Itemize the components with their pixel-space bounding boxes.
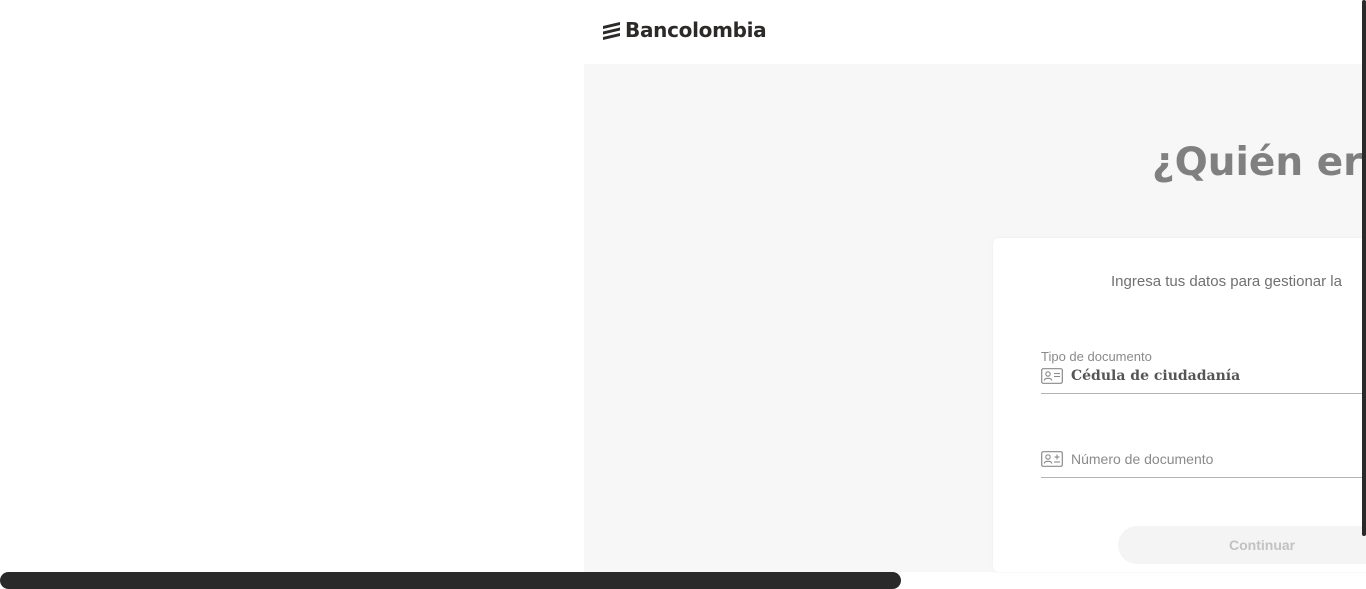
continue-button[interactable]: Continuar	[1118, 526, 1366, 564]
bancolombia-logo-icon	[603, 22, 620, 40]
document-number-underline	[1041, 477, 1366, 478]
bancolombia-logo[interactable]: Bancolombia	[601, 18, 767, 42]
vertical-scrollbar[interactable]	[1362, 0, 1366, 536]
brand-name: Bancolombia	[625, 18, 767, 42]
page-title: ¿Quién eres	[1152, 140, 1366, 185]
document-type-value: Cédula de ciudadanía	[1071, 368, 1241, 384]
card-intro-text: Ingresa tus datos para gestionar la	[1111, 273, 1342, 290]
document-type-select[interactable]: Cédula de ciudadanía	[1041, 368, 1240, 384]
horizontal-scrollbar[interactable]	[0, 572, 901, 589]
document-type-underline	[1041, 393, 1366, 394]
id-card-icon	[1041, 451, 1063, 467]
document-type-label: Tipo de documento	[1041, 349, 1152, 364]
document-number-input[interactable]	[1071, 451, 1351, 467]
id-card-icon	[1041, 368, 1063, 384]
page: Bancolombia ¿Quién eres Ingresa tus dato…	[0, 0, 1366, 589]
document-number-field[interactable]	[1041, 451, 1351, 467]
